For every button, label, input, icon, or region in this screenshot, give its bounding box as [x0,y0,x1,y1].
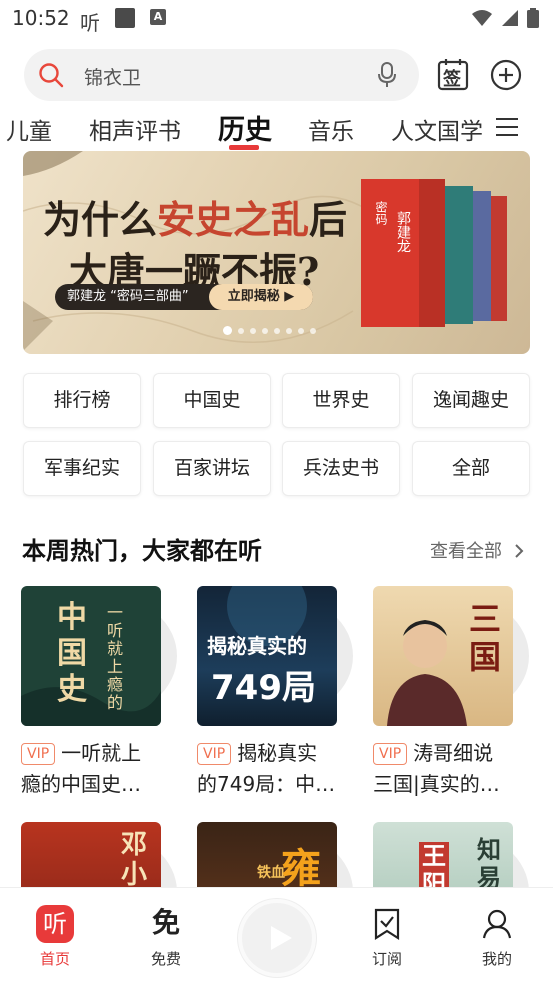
status-time: 10:52 [12,6,70,30]
cover-big-2: 749局 [211,668,316,708]
active-tab-indicator [229,145,259,150]
tab-humanities[interactable]: 人文国学 [391,112,483,146]
battery-icon [527,8,539,28]
profile-icon [482,909,512,939]
album-title-2[interactable]: VIP 揭秘真实 的749局：中… [197,738,347,800]
nav-free[interactable]: 免 免费 [126,888,206,984]
banner-dot[interactable] [223,326,232,335]
tab-children[interactable]: 儿童 [6,112,52,146]
section-title: 本周热门，大家都在听 [22,537,262,565]
category-tabs: 儿童 相声评书 历史 音乐 人文国学 [0,108,553,150]
home-ting-icon: 听 [36,905,74,943]
album-title-line-1: 涛哥细说 [413,741,494,765]
banner-title-line-1: 为什么安史之乱后 [43,189,347,244]
add-plus-button[interactable] [490,59,522,91]
vip-badge: VIP [21,743,56,765]
tab-history[interactable]: 历史 [218,108,272,147]
banner-dot[interactable] [262,327,268,334]
banner-dot[interactable] [286,327,292,334]
category-anecdotes[interactable]: 逸闻趣史 [412,373,530,428]
status-right-icons [471,8,539,28]
album-cover-three-kingdoms[interactable]: 三国 [373,586,513,726]
tab-crosstalk-storytelling[interactable]: 相声评书 [89,112,181,146]
promo-banner[interactable]: 为什么安史之乱后 大唐一蹶不振? 郭建龙 “密码三部曲” 立即揭秘 ▶ 郭建龙 … [23,151,530,354]
sign-in-label: 签 [443,69,461,90]
category-all[interactable]: 全部 [412,441,530,496]
cover-subtitle-1: 一听就上瘾的 [107,603,124,712]
album-title-line-2: 三国|真实的… [373,772,500,796]
banner-title-suffix: 后 [309,197,348,242]
status-bar: 10:52 听 A [0,0,553,38]
album-title-line-2: 的749局：中… [197,772,336,796]
wifi-icon [472,10,492,26]
microphone-icon[interactable] [377,61,397,89]
ting-app-status-icon: 听 [80,11,100,35]
nav-home[interactable]: 听 首页 [15,888,95,984]
cover-side-6: 知易 [477,836,501,892]
banner-dot[interactable] [298,327,304,334]
player-play-button[interactable] [238,899,316,977]
banner-title-highlight: 安史之乱 [157,197,310,242]
banner-dot[interactable] [310,327,316,334]
sign-in-calendar-button[interactable]: 签 [437,57,469,91]
nav-free-label: 免费 [150,950,181,968]
category-art-of-war[interactable]: 兵法史书 [282,441,400,496]
search-icon [39,63,64,88]
a-notification-icon: A [150,9,166,25]
banner-title-prefix: 为什么 [43,197,158,242]
banner-pill-text: 郭建龙 “密码三部曲” [67,289,189,304]
play-icon [271,926,292,950]
cover-title-2: 揭秘真实的 [207,634,307,658]
nav-subscribe[interactable]: 订阅 [347,888,427,984]
cover-title-4: 邓小 [121,830,148,890]
notification-square-icon [115,8,135,28]
category-lecture-room[interactable]: 百家讲坛 [153,441,271,496]
svg-text:郭建龙: 郭建龙 [395,210,411,253]
category-ranking[interactable]: 排行榜 [23,373,141,428]
see-all-link[interactable]: 查看全部 [430,537,524,563]
svg-text:密码: 密码 [374,200,388,225]
banner-pagination [223,326,316,335]
nav-profile[interactable]: 我的 [457,888,537,984]
banner-dot[interactable] [238,327,244,334]
cover-title-3: 三国 [469,600,502,676]
album-title-1[interactable]: VIP 一听就上 瘾的中国史… [21,738,171,800]
signal-icon [502,10,518,26]
banner-dot[interactable] [250,327,256,334]
album-cover-chinese-history[interactable]: 中国史 一听就上瘾的 [21,586,161,726]
search-bar[interactable]: 锦衣卫 [24,49,419,101]
subscribe-icon [374,908,400,940]
album-title-line-2: 瘾的中国史… [21,772,141,796]
album-title-line-1: 一听就上 [61,741,142,765]
chevron-right-icon [515,544,524,558]
banner-dot[interactable] [274,327,280,334]
album-title-3[interactable]: VIP 涛哥细说 三国|真实的… [373,738,523,800]
album-cover-749[interactable]: 揭秘真实的 749局 [197,586,337,726]
cover-title-1: 中国史 [57,600,87,707]
category-military[interactable]: 军事纪实 [23,441,141,496]
banner-author-pill: 郭建龙 “密码三部曲” 立即揭秘 ▶ [55,284,313,310]
nav-home-label: 首页 [39,950,70,968]
see-all-label: 查看全部 [430,541,502,562]
free-icon: 免 [151,906,180,939]
nav-subscribe-label: 订阅 [371,950,402,968]
category-chinese-history[interactable]: 中国史 [153,373,271,428]
vip-badge: VIP [197,743,232,765]
cover-title-5: 雍 [281,846,321,892]
tab-menu-icon[interactable] [496,116,518,138]
album-title-line-1: 揭秘真实 [237,741,318,765]
nav-profile-label: 我的 [481,950,512,968]
tab-music[interactable]: 音乐 [308,112,354,146]
search-placeholder: 锦衣卫 [84,67,142,89]
banner-books-image: 郭建龙 密码 [361,179,507,327]
banner-reveal-button[interactable]: 立即揭秘 ▶ [209,284,313,310]
vip-badge: VIP [373,743,408,765]
category-world-history[interactable]: 世界史 [282,373,400,428]
